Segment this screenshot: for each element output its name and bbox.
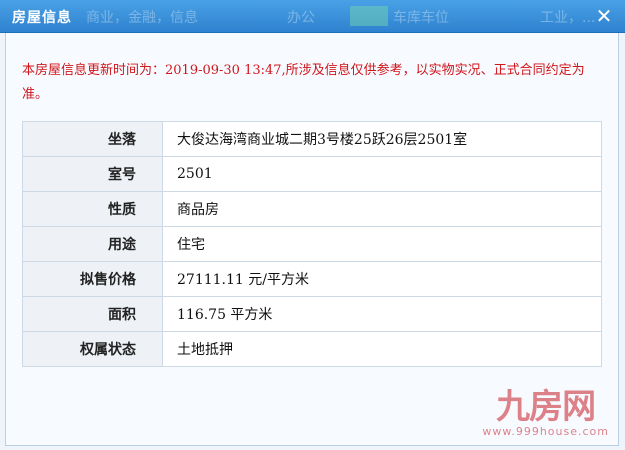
table-row: 拟售价格 27111.11 元/平方米 [22, 261, 602, 297]
background-menu-item: 车库车位 [393, 10, 449, 26]
row-value-room-number: 2501 [162, 156, 602, 192]
table-row: 室号 2501 [22, 156, 602, 192]
background-menu-item: 商业，金融，信息 [86, 10, 198, 26]
background-highlight [350, 6, 388, 26]
dialog-body: 本房屋信息更新时间为：2019-09-30 13:47,所涉及信息仅供参考，以实… [5, 33, 619, 446]
table-row: 性质 商品房 [22, 191, 602, 227]
row-label-price: 拟售价格 [22, 261, 163, 297]
dialog-title: 房屋信息 [12, 10, 72, 26]
row-label-location: 坐落 [22, 121, 163, 157]
row-label-room-number: 室号 [22, 156, 163, 192]
table-row: 坐落 大俊达海湾商业城二期3号楼25跃26层2501室 [22, 121, 602, 157]
row-value-location: 大俊达海湾商业城二期3号楼25跃26层2501室 [162, 121, 602, 157]
row-value-area: 116.75 平方米 [162, 296, 602, 332]
row-value-ownership-status: 土地抵押 [162, 331, 602, 367]
dialog-title-bar: 商业，金融，信息 办公 车库车位 工业，... 房屋信息 ✕ [0, 0, 625, 33]
row-label-ownership-status: 权属状态 [22, 331, 163, 367]
row-label-usage: 用途 [22, 226, 163, 262]
update-notice: 本房屋信息更新时间为：2019-09-30 13:47,所涉及信息仅供参考，以实… [22, 63, 585, 102]
table-row: 权属状态 土地抵押 [22, 331, 602, 367]
property-info-table: 坐落 大俊达海湾商业城二期3号楼25跃26层2501室 室号 2501 性质 商… [22, 121, 602, 367]
row-label-nature: 性质 [22, 191, 163, 227]
row-value-nature: 商品房 [162, 191, 602, 227]
background-menu-item: 工业，... [540, 10, 596, 26]
table-row: 面积 116.75 平方米 [22, 296, 602, 332]
row-label-area: 面积 [22, 296, 163, 332]
site-watermark: 九房网 www.999house.com [482, 389, 609, 438]
table-row: 用途 住宅 [22, 226, 602, 262]
row-value-usage: 住宅 [162, 226, 602, 262]
watermark-url: www.999house.com [482, 425, 609, 438]
background-menu-item: 办公 [287, 10, 315, 26]
watermark-logo: 九房网 [496, 387, 596, 427]
close-icon[interactable]: ✕ [593, 5, 615, 27]
row-value-price: 27111.11 元/平方米 [162, 261, 602, 297]
